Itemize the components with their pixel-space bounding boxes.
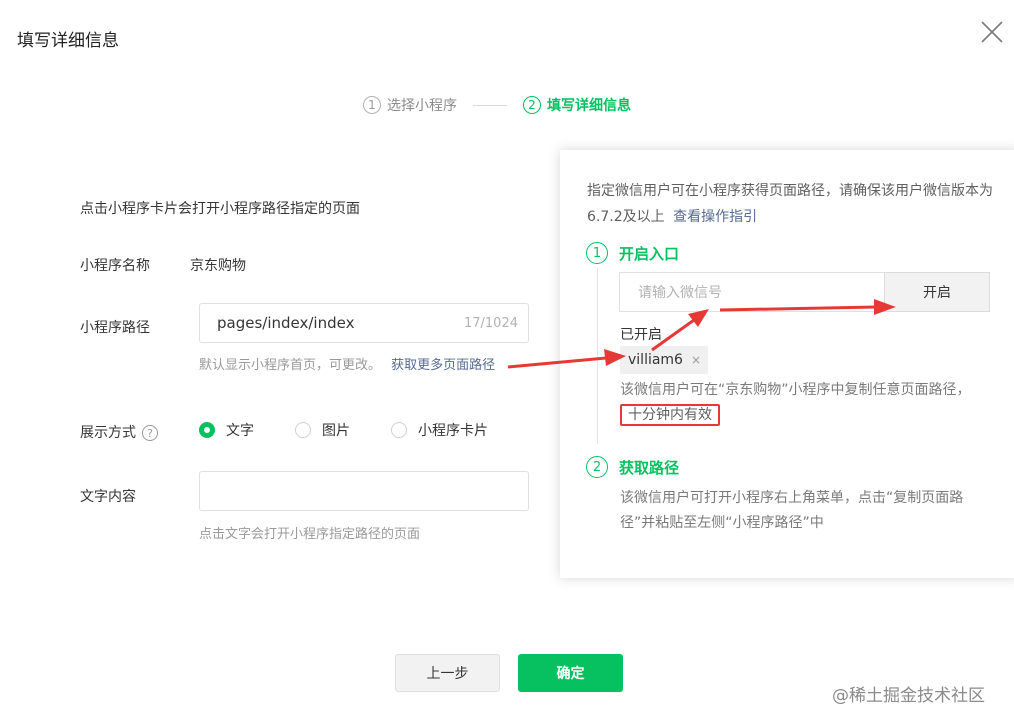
display-mode-label: 展示方式? (80, 422, 158, 442)
radio-card[interactable]: 小程序卡片 (391, 420, 488, 440)
miniprogram-name-label: 小程序名称 (80, 258, 150, 274)
close-icon[interactable] (978, 18, 1006, 46)
enabled-label: 已开启 (620, 327, 662, 343)
radio-image[interactable]: 图片 (295, 420, 350, 440)
enabled-user-tag: villiam6 × (620, 346, 709, 374)
confirm-button[interactable]: 确定 (518, 654, 623, 692)
step-fill-details: 2 填写详细信息 (523, 95, 631, 115)
step-select-miniprogram: 1 选择小程序 (363, 95, 457, 115)
path-hint-text: 默认显示小程序首页，可更改。 (199, 358, 382, 373)
popover-step-get-path: 2 获取路径 (586, 456, 679, 478)
step-label: 填写详细信息 (547, 98, 631, 114)
tag-label: villiam6 (628, 352, 683, 368)
watermark: @稀土掘金技术社区 (832, 686, 985, 706)
radio-text[interactable]: 文字 (199, 420, 254, 440)
miniprogram-path-label: 小程序路径 (80, 320, 150, 336)
miniprogram-path-input[interactable]: pages/index/index 17/1024 (199, 303, 529, 343)
step-title: 获取路径 (619, 458, 680, 477)
view-guide-link[interactable]: 查看操作指引 (673, 209, 757, 225)
popover-description-text: 指定微信用户可在小程序获得页面路径，请确保该用户微信版本为6.7.2及以上 (587, 183, 993, 225)
get-more-paths-link[interactable]: 获取更多页面路径 (391, 358, 495, 373)
text-content-hint: 点击文字会打开小程序指定路径的页面 (199, 527, 421, 542)
previous-step-button[interactable]: 上一步 (395, 654, 500, 692)
step-number: 1 (363, 96, 381, 114)
path-input-value: pages/index/index (217, 314, 355, 332)
path-char-count: 17/1024 (463, 315, 518, 331)
step-number: 2 (523, 96, 541, 114)
dialog-title: 填写详细信息 (17, 31, 119, 51)
radio-dot (199, 422, 215, 438)
path-hint: 默认显示小程序首页，可更改。 获取更多页面路径 (199, 354, 495, 373)
form-intro: 点击小程序卡片会打开小程序路径指定的页面 (80, 201, 360, 217)
radio-label: 图片 (322, 423, 350, 439)
radio-label: 小程序卡片 (418, 423, 488, 439)
radio-label: 文字 (226, 423, 254, 439)
text-content-label: 文字内容 (80, 489, 136, 505)
step-number: 1 (586, 242, 608, 264)
display-mode-label-text: 展示方式 (80, 425, 136, 441)
wechat-id-input[interactable]: 请输入微信号 (619, 272, 885, 312)
step-title: 开启入口 (619, 244, 680, 263)
stepper: 1 选择小程序 2 填写详细信息 (363, 92, 631, 118)
radio-dot (295, 422, 311, 438)
remove-tag-icon[interactable]: × (691, 353, 701, 367)
enable-button[interactable]: 开启 (884, 272, 990, 312)
popover-step-enable: 1 开启入口 (586, 242, 679, 264)
miniprogram-name-value: 京东购物 (190, 258, 246, 274)
step-connector (597, 268, 598, 444)
validity-highlight: 十分钟内有效 (620, 404, 720, 426)
text-content-input[interactable] (199, 471, 529, 511)
popover-description: 指定微信用户可在小程序获得页面路径，请确保该用户微信版本为6.7.2及以上 查看… (587, 178, 997, 230)
step-label: 选择小程序 (387, 98, 457, 114)
radio-dot (391, 422, 407, 438)
enable-note: 该微信用户可在“京东购物”小程序中复制任意页面路径， 十分钟内有效 (620, 378, 990, 428)
step-divider (473, 104, 507, 106)
step-number: 2 (586, 456, 608, 478)
get-path-note: 该微信用户可打开小程序右上角菜单，点击“复制页面路径”并粘贴至左侧“小程序路径”… (620, 490, 964, 531)
help-icon[interactable]: ? (142, 425, 158, 441)
get-path-popover: 指定微信用户可在小程序获得页面路径，请确保该用户微信版本为6.7.2及以上 查看… (560, 150, 1014, 578)
enable-note-text: 该微信用户可在“京东购物”小程序中复制任意页面路径， (620, 382, 971, 398)
